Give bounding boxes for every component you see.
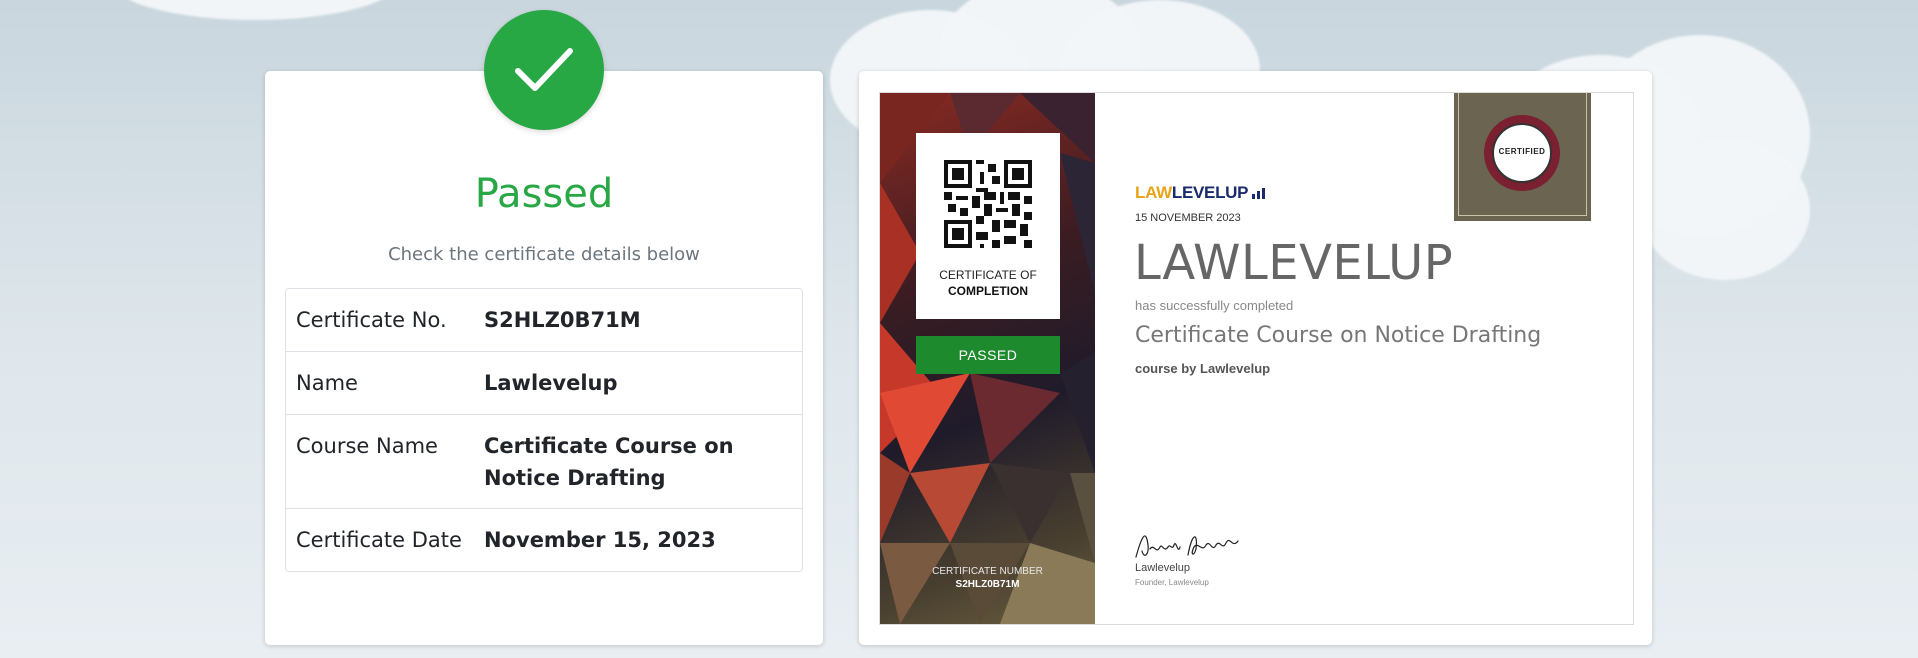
seal-text: CERTIFIED [1498,147,1546,156]
signer-role: Founder, Lawlevelup [1135,578,1209,587]
row-label: Certificate No. [296,308,447,332]
table-row: Course Name Certificate Course on Notice… [286,414,802,508]
row-label: Certificate Date [296,528,462,552]
course-title: Certificate Course on Notice Drafting [1135,323,1542,348]
row-value: November 15, 2023 [484,528,716,552]
table-row: Name Lawlevelup [286,351,802,414]
qr-caption-line2: COMPLETION [948,284,1028,298]
certificate-number-label: CERTIFICATE NUMBER [932,566,1043,577]
row-value: Certificate Course on Notice Drafting [484,434,734,490]
table-row: Certificate No. S2HLZ0B71M [286,289,802,351]
brand-logo: LAWLEVELUP [1135,183,1266,203]
background-cloud [1640,140,1810,280]
qr-caption-line1: CERTIFICATE OF [939,268,1037,282]
signature-icon [1135,535,1239,558]
passed-label: PASSED [916,336,1060,374]
certified-seal-icon: CERTIFIED [1484,115,1560,191]
certificate-number: S2HLZ0B71M [955,579,1020,590]
certificate-details-table: Certificate No. S2HLZ0B71M Name Lawlevel… [285,288,803,572]
row-value: S2HLZ0B71M [484,308,641,332]
qr-card: CERTIFICATE OF COMPLETION [916,133,1060,319]
status-subtitle: Check the certificate details below [388,244,700,265]
certificate-date: 15 NOVEMBER 2023 [1135,212,1241,224]
brand-logo-part2: LEVELUP [1171,183,1248,202]
table-row: Certificate Date November 15, 2023 [286,508,802,571]
seal-inner-circle: CERTIFIED [1492,123,1552,183]
course-by: course by Lawlevelup [1135,361,1271,376]
recipient-name: LAWLEVELUP [1134,235,1454,291]
bar-chart-icon [1252,188,1266,199]
qr-code-icon [944,160,1032,248]
status-title: Passed [474,171,614,217]
signer-name: Lawlevelup [1135,562,1191,574]
verification-panel: Passed Check the certificate details bel… [265,71,823,645]
brand-logo-part1: LAW [1135,183,1172,202]
row-value: Lawlevelup [484,371,618,395]
completed-text: has successfully completed [1135,298,1294,313]
background-cloud [110,0,400,20]
certificate-preview-panel: CERTIFICATE OF COMPLETION PASSED CERTIFI… [859,71,1652,645]
certificate-image: CERTIFICATE OF COMPLETION PASSED CERTIFI… [879,92,1634,625]
certificate-sidebar: CERTIFICATE OF COMPLETION PASSED CERTIFI… [880,93,1095,624]
passed-badge [484,10,604,130]
certified-seal-box: CERTIFIED [1454,93,1591,221]
checkmark-icon [515,48,573,91]
row-label: Course Name [296,434,438,458]
row-label: Name [296,371,358,395]
